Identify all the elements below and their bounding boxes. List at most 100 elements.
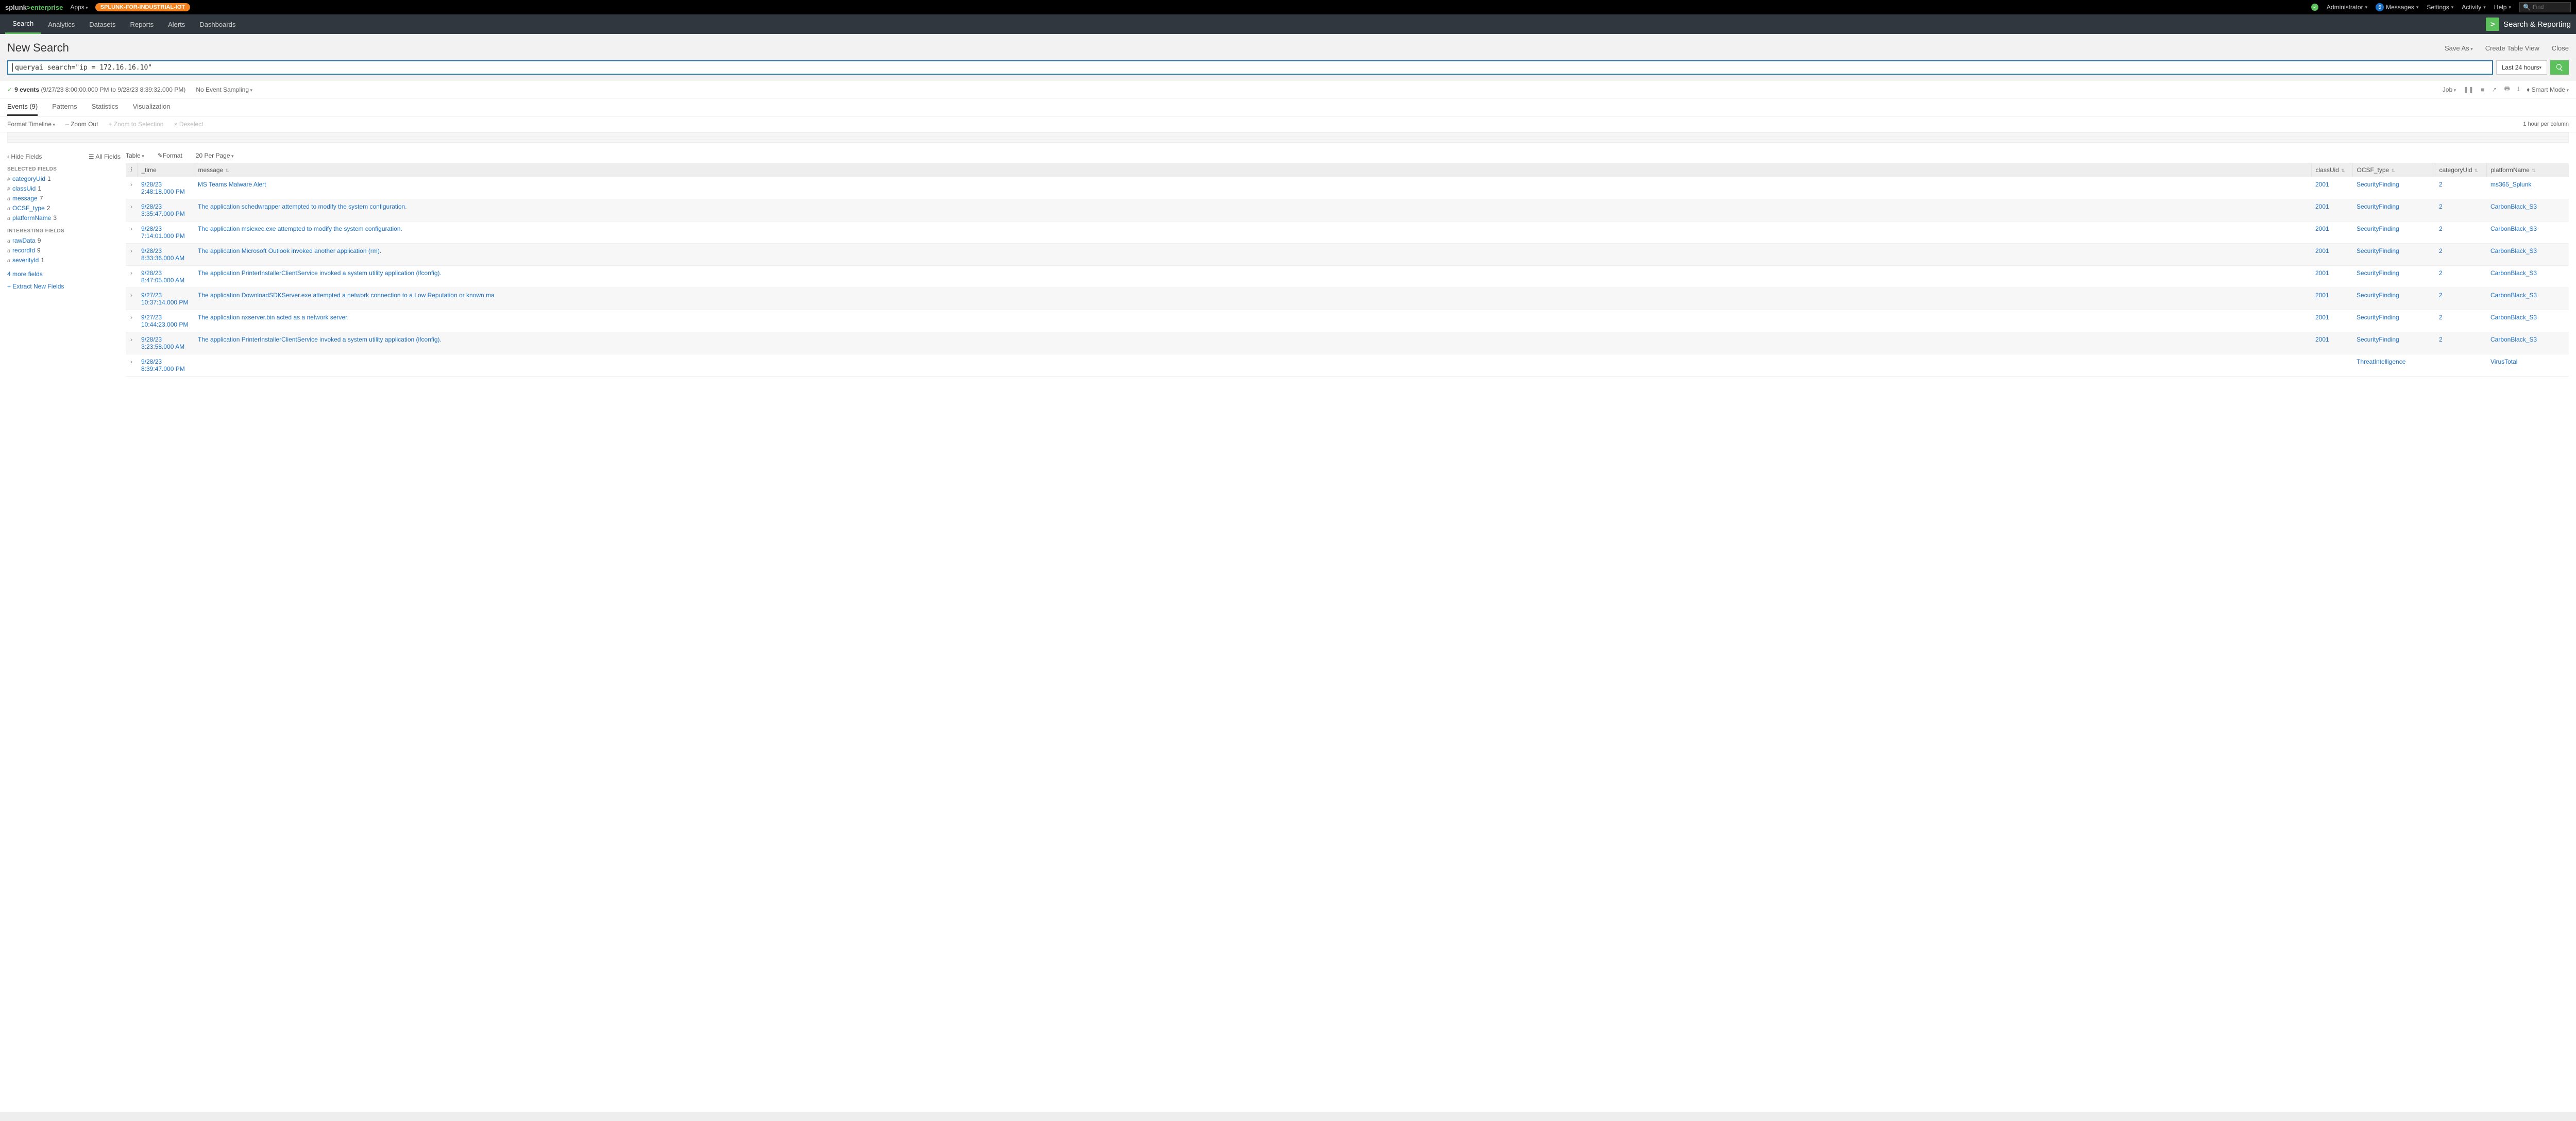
cell-ocsf-type[interactable]: SecurityFinding: [2352, 266, 2435, 288]
stop-icon[interactable]: ■: [2481, 86, 2484, 93]
cell-time[interactable]: 9/27/23 10:44:23.000 PM: [137, 310, 194, 332]
health-ok-icon[interactable]: ✓: [2311, 4, 2318, 11]
cell-time[interactable]: 9/28/23 3:23:58.000 AM: [137, 332, 194, 354]
cell-message[interactable]: The application PrinterInstallerClientSe…: [194, 332, 2311, 354]
cell-ocsf-type[interactable]: ThreatIntelligence: [2352, 354, 2435, 377]
activity-menu[interactable]: Activity: [2462, 4, 2486, 11]
app-pill[interactable]: SPLUNK-FOR-INDUSTRIAL-IOT: [95, 3, 190, 11]
cell-categoryuid[interactable]: 2: [2435, 199, 2486, 222]
cell-time[interactable]: 9/28/23 7:14:01.000 PM: [137, 222, 194, 244]
cell-message[interactable]: The application Microsoft Outlook invoke…: [194, 244, 2311, 266]
close-button[interactable]: Close: [2552, 44, 2569, 52]
cell-message[interactable]: The application PrinterInstallerClientSe…: [194, 266, 2311, 288]
event-sampling-menu[interactable]: No Event Sampling: [196, 86, 252, 93]
cell-platformname[interactable]: CarbonBlack_S3: [2486, 199, 2569, 222]
timeline-chart[interactable]: [7, 132, 2569, 143]
expand-row-icon[interactable]: ›: [126, 266, 137, 288]
expand-row-icon[interactable]: ›: [126, 199, 137, 222]
field-classUid[interactable]: #classUid1: [7, 184, 121, 194]
nav-tab-search[interactable]: Search: [5, 14, 41, 34]
col-message[interactable]: message⇅: [194, 163, 2311, 177]
cell-message[interactable]: MS Teams Malware Alert: [194, 177, 2311, 199]
find-input[interactable]: [2533, 4, 2569, 10]
expand-row-icon[interactable]: ›: [126, 222, 137, 244]
cell-ocsf-type[interactable]: SecurityFinding: [2352, 222, 2435, 244]
expand-row-icon[interactable]: ›: [126, 310, 137, 332]
cell-time[interactable]: 9/28/23 8:47:05.000 AM: [137, 266, 194, 288]
print-icon[interactable]: 🖶: [2504, 84, 2510, 95]
nav-tab-dashboards[interactable]: Dashboards: [192, 14, 243, 34]
cell-categoryuid[interactable]: 2: [2435, 288, 2486, 310]
zoom-out-button[interactable]: – Zoom Out: [65, 121, 98, 128]
expand-row-icon[interactable]: ›: [126, 244, 137, 266]
field-message[interactable]: amessage7: [7, 194, 121, 203]
cell-categoryuid[interactable]: 2: [2435, 310, 2486, 332]
cell-classuid[interactable]: 2001: [2311, 222, 2352, 244]
cell-platformname[interactable]: VirusTotal: [2486, 354, 2569, 377]
cell-classuid[interactable]: 2001: [2311, 244, 2352, 266]
per-page-menu[interactable]: 20 Per Page: [196, 152, 234, 159]
cell-time[interactable]: 9/28/23 8:39:47.000 PM: [137, 354, 194, 377]
cell-time[interactable]: 9/28/23 2:48:18.000 PM: [137, 177, 194, 199]
col-classuid[interactable]: classUid⇅: [2311, 163, 2352, 177]
cell-classuid[interactable]: [2311, 354, 2352, 377]
messages-menu[interactable]: 5 Messages: [2376, 3, 2418, 11]
extract-new-fields-link[interactable]: + Extract New Fields: [7, 283, 121, 290]
cell-time[interactable]: 9/28/23 8:33:36.000 AM: [137, 244, 194, 266]
cell-classuid[interactable]: 2001: [2311, 288, 2352, 310]
cell-platformname[interactable]: ms365_Splunk: [2486, 177, 2569, 199]
cell-message[interactable]: The application DownloadSDKServer.exe at…: [194, 288, 2311, 310]
field-severityId[interactable]: aseverityId1: [7, 256, 121, 265]
cell-message[interactable]: The application msiexec.exe attempted to…: [194, 222, 2311, 244]
help-menu[interactable]: Help: [2494, 4, 2511, 11]
cell-ocsf-type[interactable]: SecurityFinding: [2352, 310, 2435, 332]
col-platformname[interactable]: platformName⇅: [2486, 163, 2569, 177]
app-title[interactable]: > Search & Reporting: [2486, 18, 2571, 31]
apps-menu[interactable]: Apps: [70, 4, 88, 11]
nav-tab-alerts[interactable]: Alerts: [161, 14, 192, 34]
cell-classuid[interactable]: 2001: [2311, 310, 2352, 332]
create-table-view-button[interactable]: Create Table View: [2485, 44, 2539, 52]
expand-row-icon[interactable]: ›: [126, 288, 137, 310]
search-input[interactable]: queryai search="ip = 172.16.16.10": [7, 60, 2493, 75]
cell-platformname[interactable]: CarbonBlack_S3: [2486, 222, 2569, 244]
cell-ocsf-type[interactable]: SecurityFinding: [2352, 332, 2435, 354]
field-platformName[interactable]: aplatformName3: [7, 213, 121, 223]
cell-classuid[interactable]: 2001: [2311, 177, 2352, 199]
cell-platformname[interactable]: CarbonBlack_S3: [2486, 332, 2569, 354]
cell-classuid[interactable]: 2001: [2311, 266, 2352, 288]
expand-row-icon[interactable]: ›: [126, 177, 137, 199]
tab-statistics[interactable]: Statistics: [92, 103, 118, 116]
cell-message[interactable]: The application nxserver.bin acted as a …: [194, 310, 2311, 332]
cell-categoryuid[interactable]: 2: [2435, 177, 2486, 199]
hide-fields-button[interactable]: ‹ Hide Fields: [7, 153, 42, 160]
pause-icon[interactable]: ❚❚: [2463, 86, 2473, 93]
cell-categoryuid[interactable]: [2435, 354, 2486, 377]
cell-classuid[interactable]: 2001: [2311, 199, 2352, 222]
tab-events[interactable]: Events (9): [7, 103, 38, 116]
cell-platformname[interactable]: CarbonBlack_S3: [2486, 244, 2569, 266]
export-icon[interactable]: ⭳: [2517, 84, 2519, 95]
cell-ocsf-type[interactable]: SecurityFinding: [2352, 177, 2435, 199]
field-rawData[interactable]: arawData9: [7, 236, 121, 246]
cell-platformname[interactable]: CarbonBlack_S3: [2486, 310, 2569, 332]
cell-categoryuid[interactable]: 2: [2435, 222, 2486, 244]
cell-platformname[interactable]: CarbonBlack_S3: [2486, 288, 2569, 310]
tab-patterns[interactable]: Patterns: [52, 103, 77, 116]
nav-tab-datasets[interactable]: Datasets: [82, 14, 123, 34]
col-ocsf-type[interactable]: OCSF_type⇅: [2352, 163, 2435, 177]
cell-platformname[interactable]: CarbonBlack_S3: [2486, 266, 2569, 288]
find-box[interactable]: 🔍: [2519, 2, 2571, 12]
field-categoryUid[interactable]: #categoryUid1: [7, 174, 121, 184]
cell-categoryuid[interactable]: 2: [2435, 332, 2486, 354]
col-info[interactable]: i: [126, 163, 137, 177]
cell-message[interactable]: The application schedwrapper attempted t…: [194, 199, 2311, 222]
run-search-button[interactable]: [2550, 60, 2569, 75]
job-menu[interactable]: Job: [2443, 86, 2456, 93]
more-fields-link[interactable]: 4 more fields: [7, 270, 121, 278]
expand-row-icon[interactable]: ›: [126, 332, 137, 354]
cell-time[interactable]: 9/27/23 10:37:14.000 PM: [137, 288, 194, 310]
cell-message[interactable]: [194, 354, 2311, 377]
cell-ocsf-type[interactable]: SecurityFinding: [2352, 199, 2435, 222]
nav-tab-reports[interactable]: Reports: [123, 14, 161, 34]
